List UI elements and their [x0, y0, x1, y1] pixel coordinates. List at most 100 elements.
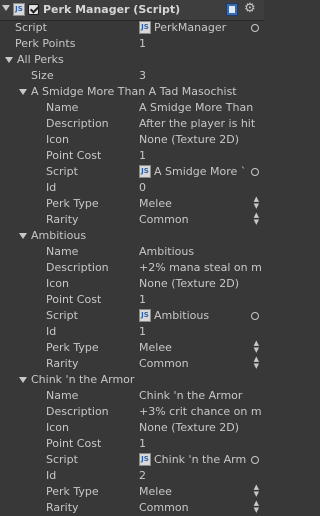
perk-script-object-field[interactable]: JS Ambitious	[139, 308, 264, 324]
help-book-icon[interactable]	[226, 3, 238, 16]
perk-foldout-icon[interactable]	[19, 89, 27, 95]
perk-field-row-perk-type: Perk Type Melee ▲ ▼	[0, 196, 264, 212]
size-field[interactable]: 3	[139, 68, 146, 84]
perk-description-field[interactable]: +2% mana steal on m	[139, 260, 264, 276]
all-perks-row[interactable]: All Perks	[0, 52, 264, 68]
perk-id-field[interactable]: 1	[139, 324, 264, 340]
perk-script-value: A Smidge More `	[154, 165, 247, 178]
component-header[interactable]: JS Perk Manager (Script) ⚙	[0, 0, 264, 21]
perk-field-label: Id	[46, 469, 57, 482]
perk-field-row-id: Id 2	[0, 468, 264, 484]
perk-field-row-icon: Icon None (Texture 2D)	[0, 132, 264, 148]
object-picker-icon[interactable]	[251, 312, 259, 320]
dropdown-selected-value: Melee	[139, 341, 172, 354]
dropdown-arrows-icon: ▲ ▼	[253, 195, 259, 210]
perk-point-cost-field[interactable]: 1	[139, 436, 264, 452]
object-picker-icon[interactable]	[251, 168, 259, 176]
perk-field-row-name: Name Chink 'n the Armor	[0, 388, 264, 404]
object-picker-icon[interactable]	[251, 24, 259, 32]
perk-field-row-perk-type: Perk Type Melee ▲ ▼	[0, 340, 264, 356]
perk-rarity-dropdown[interactable]: Common ▲ ▼	[139, 212, 261, 228]
perk-script-object-field[interactable]: JS Chink 'n the Arm	[139, 452, 264, 468]
perk-field-label: Rarity	[46, 357, 79, 370]
perk-field-row-name: Name A Smidge More Than	[0, 100, 264, 116]
size-row: Size 3	[0, 68, 264, 84]
perk-field-label: Rarity	[46, 501, 79, 514]
perk-name-field[interactable]: Ambitious	[139, 244, 264, 260]
dropdown-arrows-icon: ▲ ▼	[253, 355, 259, 370]
perk-field-label: Script	[46, 165, 78, 178]
object-picker-icon[interactable]	[251, 456, 259, 464]
perk-field-label: Name	[46, 101, 79, 114]
perk-field-row-rarity: Rarity Common ▲ ▼	[0, 212, 264, 228]
perk-field-row-point-cost: Point Cost 1	[0, 148, 264, 164]
dropdown-selected-value: Common	[139, 213, 189, 226]
perk-field-label: Description	[46, 405, 109, 418]
perk-points-field[interactable]: 1	[139, 36, 146, 52]
js-script-icon: JS	[139, 21, 151, 34]
perk-rarity-dropdown[interactable]: Common ▲ ▼	[139, 356, 261, 372]
perk-description-field[interactable]: +3% crit chance on m	[139, 404, 264, 420]
all-perks-label[interactable]: All Perks	[17, 52, 64, 68]
perk-icon-field[interactable]: None (Texture 2D)	[139, 276, 264, 292]
dropdown-arrows-icon: ▲ ▼	[253, 483, 259, 498]
perk-element-title[interactable]: A Smidge More Than A Tad Masochist	[31, 84, 237, 100]
js-script-icon: JS	[139, 165, 151, 178]
perk-element-header[interactable]: Ambitious	[0, 228, 264, 244]
perk-field-label: Rarity	[46, 213, 79, 226]
perk-icon-field[interactable]: None (Texture 2D)	[139, 132, 264, 148]
perk-field-label: Point Cost	[46, 293, 102, 306]
perk-name-field[interactable]: A Smidge More Than	[139, 100, 264, 116]
perk-perk-type-dropdown[interactable]: Melee ▲ ▼	[139, 484, 261, 500]
perk-foldout-icon[interactable]	[19, 233, 27, 239]
perk-point-cost-field[interactable]: 1	[139, 148, 264, 164]
perk-field-row-description: Description +2% mana steal on m	[0, 260, 264, 276]
component-enabled-checkbox[interactable]	[28, 4, 39, 15]
perk-field-row-script: Script JS Chink 'n the Arm	[0, 452, 264, 468]
dropdown-selected-value: Common	[139, 501, 189, 514]
perk-field-row-name: Name Ambitious	[0, 244, 264, 260]
perk-rarity-dropdown[interactable]: Common ▲ ▼	[139, 500, 261, 516]
gear-icon[interactable]: ⚙	[244, 2, 258, 16]
perk-script-object-field[interactable]: JS A Smidge More `	[139, 164, 264, 180]
dropdown-selected-value: Common	[139, 357, 189, 370]
js-script-icon: JS	[139, 309, 151, 322]
perk-foldout-icon[interactable]	[19, 377, 27, 383]
perk-points-label: Perk Points	[15, 37, 76, 50]
perk-field-row-perk-type: Perk Type Melee ▲ ▼	[0, 484, 264, 500]
all-perks-foldout-icon[interactable]	[5, 57, 13, 63]
perk-element-title[interactable]: Ambitious	[31, 228, 86, 244]
perk-field-label: Script	[46, 453, 78, 466]
perk-field-row-point-cost: Point Cost 1	[0, 292, 264, 308]
perk-perk-type-dropdown[interactable]: Melee ▲ ▼	[139, 196, 261, 212]
perk-element-header[interactable]: Chink 'n the Armor	[0, 372, 264, 388]
perk-field-label: Name	[46, 389, 79, 402]
script-label: Script	[15, 21, 47, 34]
perk-description-field[interactable]: After the player is hit	[139, 116, 264, 132]
perk-field-label: Description	[46, 117, 109, 130]
perk-field-label: Icon	[46, 277, 69, 290]
perk-id-field[interactable]: 0	[139, 180, 264, 196]
perk-name-field[interactable]: Chink 'n the Armor	[139, 388, 264, 404]
perk-field-row-point-cost: Point Cost 1	[0, 436, 264, 452]
perk-field-row-description: Description After the player is hit	[0, 116, 264, 132]
perk-element-title[interactable]: Chink 'n the Armor	[31, 372, 134, 388]
perk-element-header[interactable]: A Smidge More Than A Tad Masochist	[0, 84, 264, 100]
perk-id-field[interactable]: 2	[139, 468, 264, 484]
perk-field-label: Point Cost	[46, 149, 102, 162]
perk-field-label: Script	[46, 309, 78, 322]
perk-icon-field[interactable]: None (Texture 2D)	[139, 420, 264, 436]
perk-field-row-description: Description +3% crit chance on m	[0, 404, 264, 420]
perk-field-row-icon: Icon None (Texture 2D)	[0, 276, 264, 292]
component-foldout-arrow-icon[interactable]	[2, 5, 10, 11]
js-script-icon: JS	[139, 453, 151, 466]
perk-perk-type-dropdown[interactable]: Melee ▲ ▼	[139, 340, 261, 356]
dropdown-selected-value: Melee	[139, 485, 172, 498]
perk-point-cost-field[interactable]: 1	[139, 292, 264, 308]
script-object-field[interactable]: JS PerkManager	[139, 20, 264, 36]
perk-field-label: Point Cost	[46, 437, 102, 450]
perk-script-value: Chink 'n the Arm	[154, 453, 247, 466]
perk-field-label: Perk Type	[46, 341, 99, 354]
script-value: PerkManager	[154, 21, 227, 34]
perk-field-row-id: Id 0	[0, 180, 264, 196]
